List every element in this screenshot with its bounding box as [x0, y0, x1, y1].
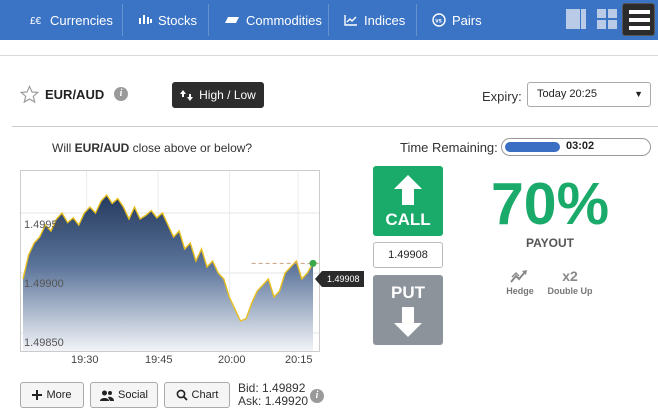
- divider: [12, 126, 658, 127]
- put-label: PUT: [391, 283, 425, 302]
- arrow-up-icon: [394, 175, 422, 205]
- nav-commodities[interactable]: Commodities: [224, 0, 322, 40]
- price-chart-svg: [21, 171, 319, 351]
- nav-divider: [208, 4, 209, 36]
- chart-button[interactable]: Chart: [164, 382, 230, 408]
- chart-label: Chart: [191, 389, 219, 401]
- svg-text:£€: £€: [30, 16, 42, 27]
- single-view-icon[interactable]: [565, 8, 587, 30]
- option-type-label: High / Low: [199, 88, 256, 102]
- nav-stocks-label: Stocks: [158, 12, 198, 28]
- favorite-star-icon[interactable]: [20, 85, 39, 104]
- nav-indices[interactable]: Indices: [344, 0, 405, 40]
- current-price-dot: [309, 259, 317, 267]
- info-icon[interactable]: i: [114, 87, 128, 101]
- grid-view-icon[interactable]: [596, 8, 618, 30]
- more-label: More: [46, 389, 72, 401]
- expiry-value: Today 20:25: [537, 88, 597, 100]
- bid-ask: Bid: 1.49892 Ask: 1.49920: [238, 382, 308, 408]
- price-chart[interactable]: [20, 170, 320, 352]
- x-tick-label: 19:30: [71, 354, 99, 366]
- strike-price-field: 1.49908: [373, 242, 443, 268]
- nav-pairs[interactable]: vs Pairs: [432, 0, 482, 40]
- time-remaining-value: 03:02: [566, 140, 595, 152]
- call-button[interactable]: CALL: [373, 166, 443, 236]
- double-up-icon: x2: [562, 268, 578, 284]
- plus-icon: [32, 390, 43, 400]
- arrow-down-icon: [394, 307, 422, 337]
- pairs-icon: vs: [432, 13, 446, 27]
- nav-divider: [328, 4, 329, 36]
- nav-pairs-label: Pairs: [452, 12, 482, 28]
- bid-value: 1.49892: [262, 381, 306, 395]
- nav-stocks[interactable]: Stocks: [138, 0, 197, 40]
- nav-currencies[interactable]: £€ Currencies: [30, 0, 113, 40]
- stocks-icon: [139, 15, 152, 24]
- search-icon: [176, 389, 188, 401]
- payout-percentage: 70%: [490, 171, 610, 237]
- indices-icon: [344, 15, 357, 26]
- y-tick-label: 1.49950: [24, 219, 64, 231]
- more-button[interactable]: More: [20, 382, 84, 408]
- ask-label: Ask:: [238, 394, 262, 408]
- chevron-down-icon: ▼: [634, 89, 643, 99]
- nav-divider: [416, 4, 417, 36]
- double-up-button[interactable]: x2 Double Up: [543, 268, 597, 296]
- y-tick-label: 1.49900: [24, 278, 64, 290]
- nav-indices-label: Indices: [364, 12, 406, 28]
- commodities-icon: [225, 17, 239, 23]
- hedge-label: Hedge: [506, 286, 534, 296]
- put-button[interactable]: PUT: [373, 275, 443, 345]
- nav-divider: [122, 4, 123, 36]
- nav-commodities-label: Commodities: [246, 12, 322, 28]
- currencies-icon: £€: [30, 16, 42, 27]
- time-remaining-fill: [505, 142, 560, 152]
- ask-row: Ask: 1.49920: [238, 395, 308, 408]
- y-tick-label: 1.49850: [24, 337, 64, 349]
- x-tick-label: 20:00: [218, 354, 246, 366]
- question-prefix: Will: [52, 141, 75, 155]
- x-tick-label: 19:45: [145, 354, 173, 366]
- top-navigation: £€ Currencies Stocks Commodities Indices…: [0, 0, 658, 40]
- menu-line: [629, 18, 650, 22]
- payout-label: PAYOUT: [525, 236, 574, 250]
- asset-name: EUR/AUD: [45, 87, 105, 102]
- bid-label: Bid:: [238, 381, 259, 395]
- double-up-label: Double Up: [547, 286, 593, 296]
- call-label: CALL: [385, 210, 431, 229]
- question-suffix: close above or below?: [129, 141, 253, 155]
- time-remaining-label: Time Remaining:: [400, 140, 498, 155]
- high-low-icon: [180, 89, 194, 101]
- hedge-icon: [510, 270, 527, 283]
- menu-line: [629, 26, 650, 30]
- expiry-label: Expiry:: [482, 89, 522, 104]
- question-asset: EUR/AUD: [74, 141, 130, 155]
- trade-question: Will EUR/AUD close above or below?: [52, 141, 252, 155]
- social-label: Social: [118, 389, 148, 401]
- option-type-button[interactable]: High / Low: [172, 82, 264, 108]
- hedge-button[interactable]: Hedge: [504, 268, 536, 296]
- ask-value: 1.49920: [264, 394, 309, 408]
- menu-line: [629, 10, 650, 14]
- x-tick-label: 20:15: [285, 354, 313, 366]
- info-icon[interactable]: i: [310, 389, 324, 403]
- nav-currencies-label: Currencies: [50, 12, 113, 28]
- social-button[interactable]: Social: [90, 382, 158, 408]
- expiry-select[interactable]: Today 20:25 ▼: [527, 82, 651, 107]
- users-icon: [100, 390, 115, 401]
- svg-text:vs: vs: [435, 19, 442, 25]
- time-remaining-bar: 03:02: [501, 138, 651, 156]
- menu-icon[interactable]: [622, 3, 655, 36]
- current-price-tag: 1.49908: [315, 271, 364, 287]
